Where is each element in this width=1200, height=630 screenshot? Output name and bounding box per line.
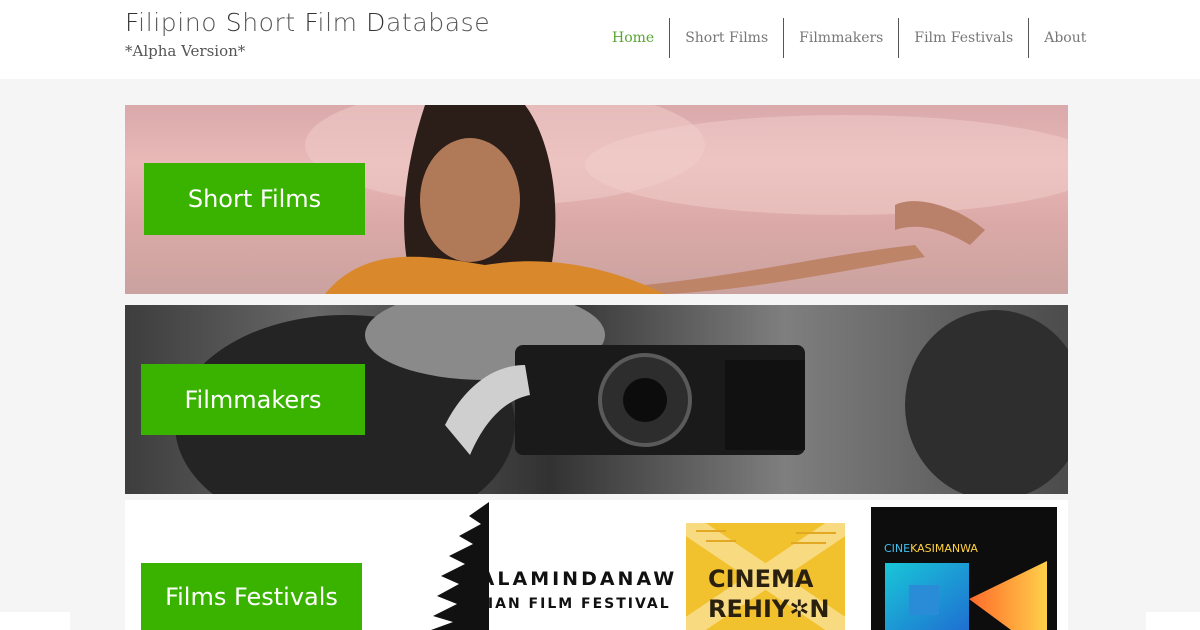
cinema-rehiyon-line1: CINEMA xyxy=(708,565,814,593)
film-festivals-button[interactable]: Films Festivals xyxy=(141,563,362,630)
salamindanaw-title: SALAMINDANAW xyxy=(463,568,678,590)
title-part: atabase xyxy=(386,8,491,37)
short-films-button[interactable]: Short Films xyxy=(144,163,365,235)
short-films-banner[interactable]: Short Films xyxy=(125,105,1068,294)
filmmakers-button[interactable]: Filmmakers xyxy=(141,364,365,435)
title-part: S xyxy=(225,8,243,37)
cinekasimanwa-emblem-icon xyxy=(885,561,1047,630)
nav-short-films[interactable]: Short Films xyxy=(669,18,783,58)
title-part: F xyxy=(125,8,139,37)
filmmakers-banner[interactable]: Filmmakers xyxy=(125,305,1068,494)
title-part: hort xyxy=(242,8,305,37)
title-part: ilipino xyxy=(138,8,226,37)
title-part: ilm xyxy=(317,8,367,37)
cinema-rehiyon-line2: REHIY✲N xyxy=(708,595,830,623)
site-header: Filipino Short Film Database *Alpha Vers… xyxy=(0,0,1200,79)
bottom-right-edge xyxy=(1146,612,1200,630)
nav-about[interactable]: About xyxy=(1028,18,1101,58)
bottom-left-edge xyxy=(0,612,70,630)
title-part: D xyxy=(366,8,386,37)
cinekasimanwa-logo[interactable]: CINEKASIMANWA xyxy=(871,507,1057,630)
cinema-rehiyon-logo[interactable]: CINEMA REHIY✲N xyxy=(686,523,845,630)
main-nav: Home Short Films Filmmakers Film Festiva… xyxy=(597,18,1101,58)
title-part: F xyxy=(304,8,318,37)
film-festivals-banner[interactable]: Films Festivals SALAMINDANAW ASIAN FILM … xyxy=(125,500,1068,630)
nav-home[interactable]: Home xyxy=(597,18,669,58)
site-title[interactable]: Filipino Short Film Database xyxy=(125,8,490,37)
salamindanaw-logo[interactable]: SALAMINDANAW ASIAN FILM FESTIVAL xyxy=(423,502,677,630)
site-subtitle: *Alpha Version* xyxy=(125,42,246,60)
salamindanaw-subtitle: ASIAN FILM FESTIVAL xyxy=(463,596,671,612)
nav-filmmakers[interactable]: Filmmakers xyxy=(783,18,898,58)
nav-film-festivals[interactable]: Film Festivals xyxy=(898,18,1028,58)
